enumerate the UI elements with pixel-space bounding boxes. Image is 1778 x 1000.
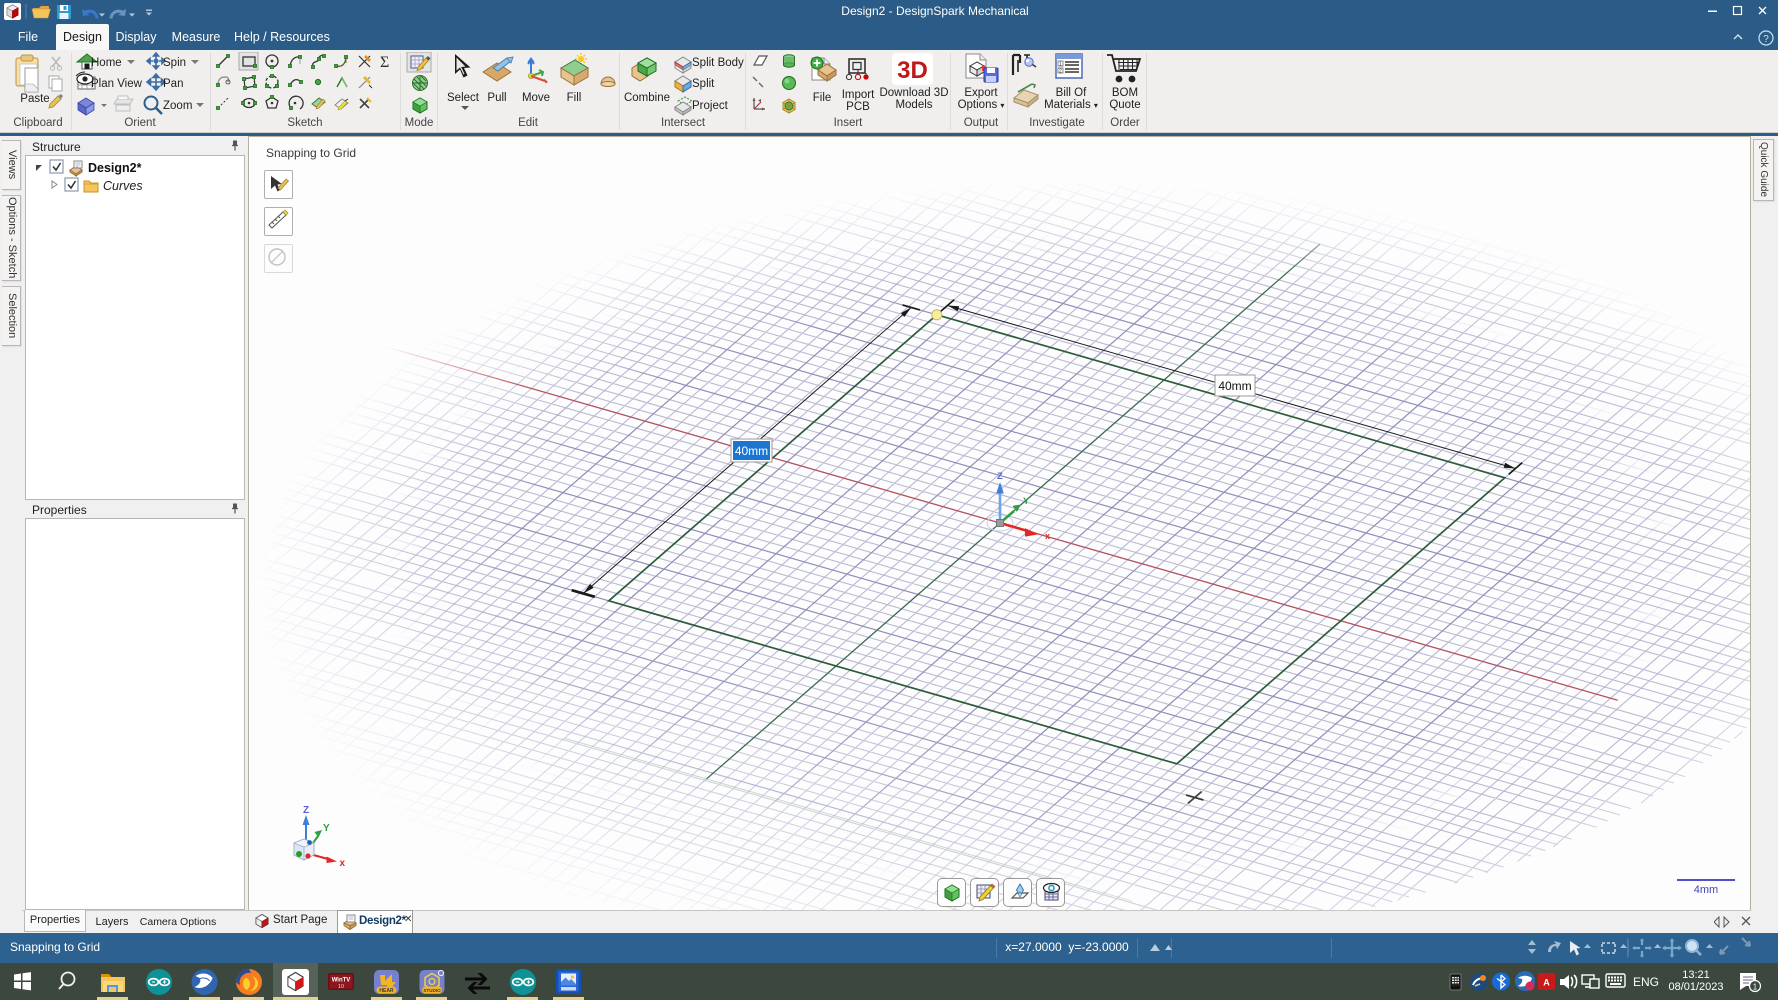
svg-text:Σ: Σ — [380, 54, 389, 71]
svg-text:40mm: 40mm — [735, 444, 768, 458]
svg-text:STUDIO: STUDIO — [423, 988, 441, 993]
svg-text:Y: Y — [1023, 496, 1030, 507]
svg-text:WinTV: WinTV — [332, 978, 351, 984]
svg-text:Design2*: Design2* — [88, 161, 142, 175]
svg-text:Y: Y — [323, 823, 330, 834]
svg-text:?: ? — [1763, 34, 1769, 45]
svg-text:Z: Z — [997, 471, 1003, 482]
svg-text:40mm: 40mm — [1218, 379, 1251, 393]
svg-text:2: 2 — [1059, 69, 1062, 75]
svg-text:x: x — [1045, 531, 1050, 541]
svg-text:10: 10 — [338, 984, 344, 990]
svg-text:Curves: Curves — [103, 179, 143, 193]
svg-text:3D: 3D — [897, 57, 928, 84]
svg-text:Z: Z — [303, 805, 309, 816]
svg-text:A: A — [1543, 978, 1550, 988]
svg-text:x: x — [340, 858, 346, 869]
svg-text:1: 1 — [1753, 983, 1758, 992]
svg-text:HEAR: HEAR — [379, 988, 394, 994]
svg-text:1: 1 — [1059, 62, 1062, 68]
svg-text:ENG: ENG — [1633, 975, 1659, 989]
